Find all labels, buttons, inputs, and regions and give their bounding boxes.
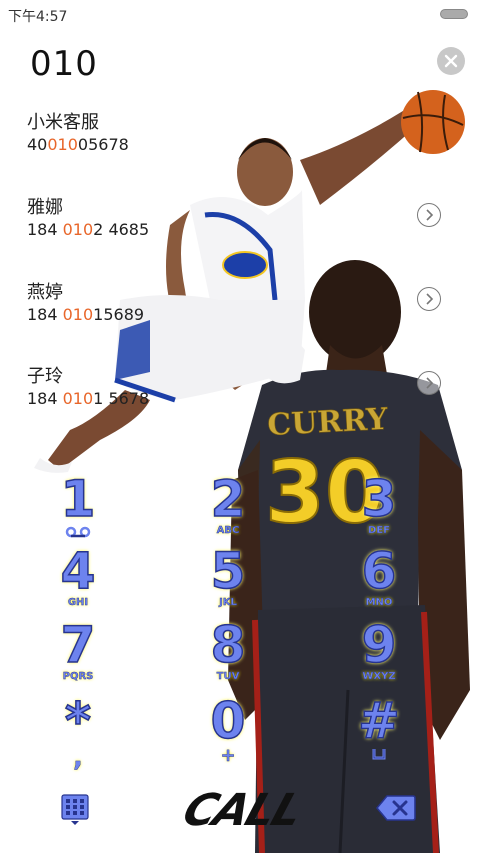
key-digit: 8 (210, 616, 246, 674)
number-prefix: 40 (27, 135, 48, 154)
number-match-highlight: 010 (62, 220, 94, 239)
dialpad-key-4[interactable]: 4 GHI (38, 542, 118, 616)
number-suffix: 15689 (93, 305, 145, 324)
contact-detail-button[interactable] (417, 371, 441, 395)
key-digit: 5 (210, 542, 246, 600)
contact-name: 小米客服 (27, 112, 99, 133)
contact-detail-button[interactable] (417, 203, 441, 227)
key-letters: TUV (216, 671, 240, 682)
key-digit: 1 (60, 470, 96, 528)
call-button[interactable]: CALL (177, 785, 308, 836)
dialpad-key-9[interactable]: 9 WXYZ (339, 616, 419, 690)
dialpad-key-0[interactable]: 0 + (188, 692, 268, 766)
key-digit: 4 (60, 542, 96, 600)
contact-result-row[interactable]: 雅娜 184 0102 4685 (27, 193, 447, 253)
key-letters: DEF (368, 525, 390, 536)
key-digit: 2 (210, 470, 246, 528)
dialpad-key-1[interactable]: 1 (38, 470, 118, 544)
chevron-right-icon (426, 377, 434, 389)
key-digit: 0 (210, 692, 246, 750)
dialpad-key-7[interactable]: 7 PQRS (38, 616, 118, 690)
key-letters: WXYZ (362, 671, 396, 682)
key-digit: * (64, 692, 92, 750)
contact-name: 子玲 (27, 366, 63, 387)
clear-button[interactable] (437, 47, 465, 75)
contact-name: 雅娜 (27, 197, 63, 218)
contact-detail-button[interactable] (417, 287, 441, 311)
status-bar: 下午4:57 (0, 0, 480, 28)
chevron-right-icon (426, 209, 434, 221)
close-icon (444, 54, 458, 68)
dialpad-key-star[interactable]: * , (38, 692, 118, 773)
dialpad-key-3[interactable]: 3 DEF (339, 470, 419, 544)
contact-number: 184 0102 4685 (27, 220, 149, 239)
key-letters: GHI (67, 597, 89, 608)
contact-result-row[interactable]: 小米客服 4001005678 (27, 108, 447, 168)
contact-number: 184 01015689 (27, 305, 144, 324)
u-shape-icon (372, 749, 386, 760)
number-prefix: 184 (27, 305, 63, 324)
status-time: 下午4:57 (8, 9, 68, 25)
number-suffix: 2 4685 (93, 220, 150, 239)
number-match-highlight: 010 (47, 135, 78, 154)
dialpad-key-6[interactable]: 6 MNO (339, 542, 419, 616)
key-digit: 7 (60, 616, 96, 674)
dialpad-key-5[interactable]: 5 JKL (188, 542, 268, 616)
backspace-button[interactable] (375, 794, 416, 822)
dialpad-icon (61, 794, 89, 825)
contact-name: 燕婷 (27, 282, 63, 303)
number-prefix: 184 (27, 389, 63, 408)
key-letters: ABC (216, 525, 240, 536)
backspace-icon (375, 795, 416, 821)
contact-result-row[interactable]: 燕婷 184 01015689 (27, 278, 447, 338)
key-letters: , (73, 743, 83, 773)
key-letters: MNO (365, 597, 393, 608)
dialpad-toggle-button[interactable] (61, 794, 89, 826)
battery-icon (440, 9, 468, 19)
key-digit: 3 (361, 470, 397, 528)
contact-result-row[interactable]: 子玲 184 0101 5678 (27, 362, 447, 422)
dialpad-key-8[interactable]: 8 TUV (188, 616, 268, 690)
dialpad-key-2[interactable]: 2 ABC (188, 470, 268, 544)
number-match-highlight: 010 (62, 305, 94, 324)
key-digit: 9 (361, 616, 397, 674)
chevron-right-icon (426, 293, 434, 305)
dialed-number-display: 010 (30, 44, 98, 84)
dialpad-key-pound[interactable]: # (339, 692, 419, 766)
number-suffix: 05678 (77, 135, 129, 154)
key-letters: PQRS (62, 671, 94, 682)
number-match-highlight: 010 (62, 389, 94, 408)
number-prefix: 184 (27, 220, 63, 239)
key-digit: 6 (361, 542, 397, 600)
key-letters: + (220, 745, 236, 766)
contact-number: 4001005678 (27, 135, 129, 154)
number-suffix: 1 5678 (93, 389, 150, 408)
call-label: CALL (176, 785, 308, 836)
key-digit: # (357, 692, 400, 750)
key-letters: JKL (219, 597, 237, 608)
contact-number: 184 0101 5678 (27, 389, 149, 408)
